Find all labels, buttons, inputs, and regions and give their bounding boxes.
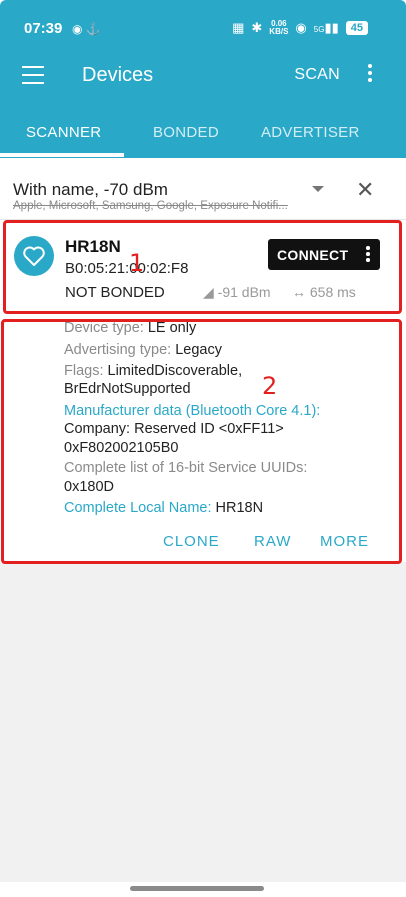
close-icon[interactable]: ✕ [356, 177, 374, 203]
app-bar: Devices SCAN [0, 44, 406, 106]
tab-scanner[interactable]: SCANNER [26, 124, 101, 141]
status-time: 07:39 [24, 20, 63, 37]
menu-icon[interactable] [22, 66, 44, 85]
notification-icons: ◉ ⚓ [72, 22, 101, 36]
network-type: 5G [313, 25, 325, 34]
empty-list-area [0, 562, 406, 882]
scan-button[interactable]: SCAN [294, 66, 340, 84]
tab-advertiser[interactable]: ADVERTISER [261, 124, 360, 141]
status-right-group: ▦ ✱ 0.06 KB/S ◉ 5G▮▮ 45 [232, 20, 368, 36]
filter-excluded: Apple, Microsoft, Samsung, Google, Expos… [13, 200, 288, 212]
network-speed: 0.06 KB/S [269, 20, 288, 36]
speed-unit: KB/S [269, 27, 289, 36]
vibrate-icon: ▦ [232, 20, 245, 35]
tab-bar: SCANNER BONDED ADVERTISER [0, 106, 406, 158]
phone-screen: 07:39 ◉ ⚓ ▦ ✱ 0.06 KB/S ◉ 5G▮▮ 45 Device… [0, 0, 406, 897]
dropdown-arrow-icon[interactable] [312, 186, 324, 192]
navigation-handle[interactable] [130, 886, 264, 891]
status-bar: 07:39 ◉ ⚓ ▦ ✱ 0.06 KB/S ◉ 5G▮▮ 45 [0, 0, 406, 44]
more-vert-icon[interactable] [366, 64, 374, 86]
highlight-label-1: 1 [129, 249, 145, 277]
wifi-icon: ◉ [295, 20, 307, 35]
bluetooth-icon: ✱ [251, 20, 263, 35]
page-title: Devices [82, 64, 154, 86]
battery-icon: 45 [345, 21, 368, 35]
filter-summary: With name, -70 dBm [13, 180, 168, 199]
tab-indicator [0, 153, 124, 157]
highlight-label-2: 2 [262, 372, 278, 400]
signal-icon: 5G▮▮ [313, 20, 339, 35]
tab-bonded[interactable]: BONDED [153, 124, 219, 141]
scan-filter[interactable]: With name, -70 dBm Apple, Microsoft, Sam… [0, 158, 406, 220]
highlight-box-2 [1, 319, 402, 564]
highlight-box-1 [3, 220, 402, 314]
